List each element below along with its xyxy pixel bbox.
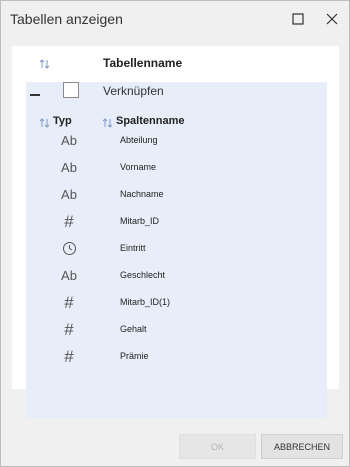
- column-name: Nachname: [120, 189, 164, 199]
- column-name: Mitarb_ID(1): [120, 297, 171, 307]
- number-type-icon: #: [64, 211, 74, 231]
- ok-button[interactable]: OK: [179, 434, 256, 459]
- list-item[interactable]: Ab Vorname: [26, 154, 327, 181]
- table-name: Verknüpfen: [103, 84, 164, 98]
- list-item[interactable]: Ab Geschlecht: [26, 262, 327, 289]
- column-name: Eintritt: [120, 243, 146, 253]
- number-type-icon: #: [64, 346, 74, 366]
- table-checkbox[interactable]: [63, 82, 79, 98]
- column-name: Mitarb_ID: [120, 216, 160, 226]
- column-name: Gehalt: [120, 324, 147, 334]
- clock-type-icon: [56, 235, 82, 262]
- list-item[interactable]: # Prämie: [26, 343, 327, 370]
- sort-icon[interactable]: [39, 57, 50, 69]
- number-type-icon: #: [64, 319, 74, 339]
- table-list-header: Tabellenname: [12, 46, 339, 80]
- text-type-icon: Ab: [61, 160, 77, 175]
- title-bar: Tabellen anzeigen: [1, 1, 349, 37]
- text-type-icon: Ab: [61, 268, 77, 283]
- table-row: Verknüpfen: [26, 82, 327, 108]
- list-item[interactable]: # Gehalt: [26, 316, 327, 343]
- list-item[interactable]: # Mitarb_ID(1): [26, 289, 327, 316]
- list-item[interactable]: Eintritt: [26, 235, 327, 262]
- cancel-button[interactable]: ABBRECHEN: [261, 434, 343, 459]
- list-item[interactable]: Ab Nachname: [26, 181, 327, 208]
- collapse-icon[interactable]: [28, 88, 42, 102]
- list-item[interactable]: # Mitarb_ID: [26, 208, 327, 235]
- table-group-verknuepfen: Verknüpfen Typ Spaltenname Ab Abteilung: [26, 82, 327, 418]
- type-column-header[interactable]: Typ: [53, 115, 72, 127]
- column-list: Ab Abteilung Ab Vorname Ab Nachname # Mi…: [26, 127, 327, 370]
- close-icon[interactable]: [322, 9, 342, 29]
- number-type-icon: #: [64, 292, 74, 312]
- column-name: Vorname: [120, 162, 157, 172]
- maximize-icon[interactable]: [288, 9, 308, 29]
- column-name: Prämie: [120, 351, 149, 361]
- text-type-icon: Ab: [61, 187, 77, 202]
- text-type-icon: Ab: [61, 133, 77, 148]
- show-tables-dialog: Tabellen anzeigen Tabellenname Verknüpfe…: [0, 0, 350, 467]
- tables-panel: Tabellenname Verknüpfen Typ Spaltenname: [12, 46, 339, 418]
- column-name: Abteilung: [120, 135, 158, 145]
- dialog-title: Tabellen anzeigen: [10, 11, 123, 27]
- column-name: Geschlecht: [120, 270, 166, 280]
- column-name-column-header[interactable]: Spaltenname: [116, 115, 184, 127]
- list-item[interactable]: Ab Abteilung: [26, 127, 327, 154]
- table-name-column-header[interactable]: Tabellenname: [103, 56, 182, 70]
